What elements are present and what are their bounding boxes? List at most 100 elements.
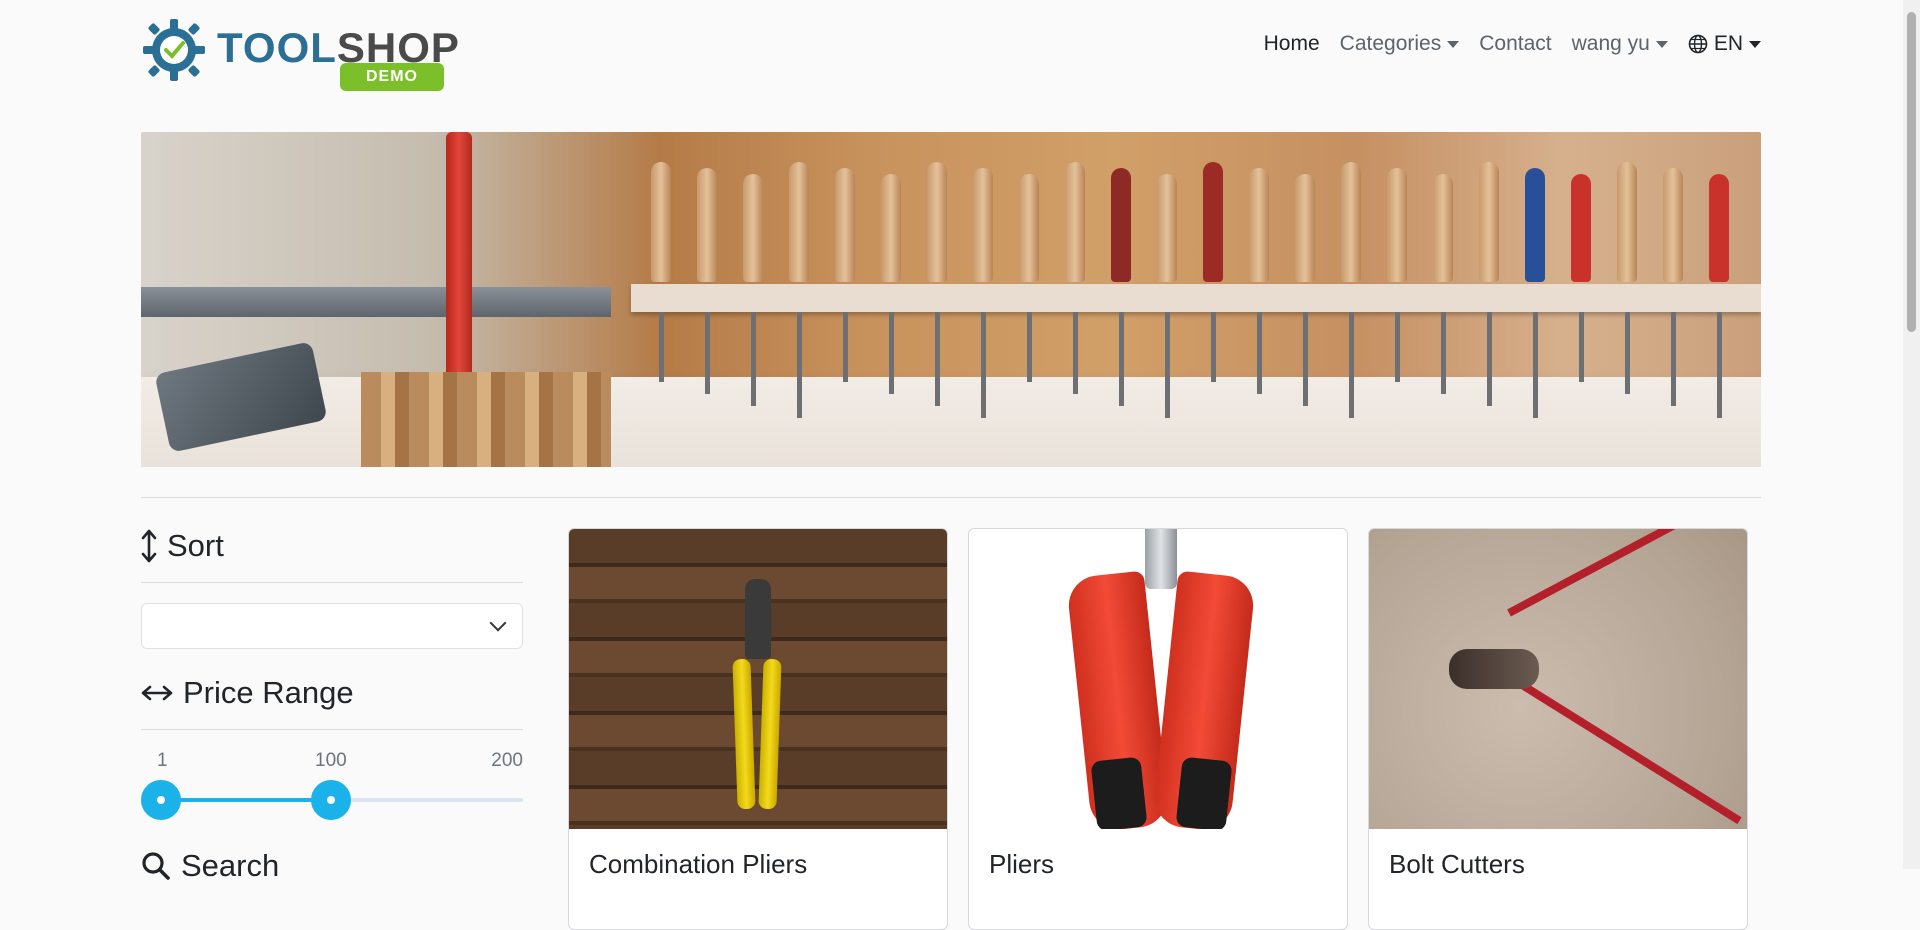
nav-home-label: Home <box>1263 32 1320 55</box>
section-divider <box>141 497 1761 498</box>
hero-chisel-blade <box>1073 312 1078 394</box>
product-name: Pliers <box>989 849 1055 879</box>
hero-chisel-blade <box>1487 312 1492 406</box>
product-grid: Combination Pliers Pliers Bolt Cutters <box>568 528 1748 930</box>
hero-chisel-handle <box>881 174 901 282</box>
brand-logo[interactable]: TOOLSHOP DEMO <box>141 15 461 91</box>
hero-chisel-handle <box>697 168 717 282</box>
hero-chisel-blade <box>1395 312 1400 382</box>
hero-mallet <box>141 287 611 317</box>
product-name: Combination Pliers <box>589 849 808 879</box>
sort-divider <box>141 582 523 583</box>
product-name: Bolt Cutters <box>1389 849 1525 879</box>
hero-chisel-blade <box>889 312 894 394</box>
hero-wood-blocks <box>361 372 611 467</box>
hero-chisel-handle <box>1571 174 1591 282</box>
hero-chisel-blade <box>1441 312 1446 394</box>
nav-language[interactable]: EN <box>1688 32 1761 56</box>
nav-contact-label: Contact <box>1479 32 1552 55</box>
hero-chisel-blade <box>751 312 756 406</box>
hero-tool-rack <box>631 284 1761 312</box>
globe-icon <box>1688 34 1708 54</box>
hero-chisel-handle <box>651 162 671 282</box>
caret-down-icon <box>1447 40 1460 48</box>
hero-chisel-handle <box>1295 174 1315 282</box>
nav-user-menu[interactable]: wang yu <box>1572 32 1668 56</box>
price-range-heading: Price Range <box>141 667 523 719</box>
hero-chisel-handle <box>1617 162 1637 282</box>
chevron-down-icon <box>489 614 507 632</box>
hero-chisel-blade <box>1579 312 1584 382</box>
hero-chisel-blade <box>843 312 848 382</box>
hero-chisel-handle <box>1111 168 1131 282</box>
hero-chisel-handle <box>1341 162 1361 282</box>
hero-chisel-handle <box>789 162 809 282</box>
price-range-divider <box>141 729 523 730</box>
caret-down-icon <box>1655 40 1668 48</box>
hero-chisel-handle <box>1709 174 1729 282</box>
page-scrollbar[interactable] <box>1903 0 1920 869</box>
nav-categories-label: Categories <box>1339 32 1442 55</box>
nav-language-label: EN <box>1713 32 1743 55</box>
price-range-labels: 1 100 200 <box>141 750 523 780</box>
sort-select[interactable] <box>141 603 523 649</box>
hero-chisel-blade <box>1533 312 1538 418</box>
nav-home[interactable]: Home <box>1264 32 1320 56</box>
magnifier-icon <box>142 852 170 880</box>
brand-badge: DEMO <box>340 63 444 91</box>
hero-chisel-handle <box>1663 168 1683 282</box>
hero-chisel-blade <box>935 312 940 406</box>
hero-chisel-blade <box>1717 312 1722 418</box>
scrollbar-thumb[interactable] <box>1907 12 1916 332</box>
product-card[interactable]: Bolt Cutters <box>1368 528 1748 930</box>
slider-min-thumb[interactable] <box>141 780 181 820</box>
nav-contact[interactable]: Contact <box>1479 32 1551 56</box>
hero-chisel-blade <box>1625 312 1630 394</box>
hero-chisel-blade <box>1027 312 1032 382</box>
hero-chisel-blade <box>1257 312 1262 394</box>
hero-chisel-blade <box>1211 312 1216 382</box>
hero-chisel-blade <box>797 312 802 418</box>
price-range-title: Price Range <box>183 675 354 710</box>
product-card[interactable]: Pliers <box>968 528 1348 930</box>
product-card[interactable]: Combination Pliers <box>568 528 948 930</box>
caret-down-icon <box>1749 40 1761 48</box>
product-image <box>969 529 1347 829</box>
page: TOOLSHOP DEMO Home Categories Contact wa… <box>0 0 1920 930</box>
nav-menu: Home Categories Contact wang yu EN <box>1264 32 1761 56</box>
hero-chisel-handle <box>835 168 855 282</box>
price-range-slider[interactable] <box>141 780 523 820</box>
nav-categories[interactable]: Categories <box>1340 32 1460 56</box>
product-image <box>1369 529 1747 829</box>
horizontal-arrows-icon <box>141 685 173 701</box>
hero-chisel-handle <box>1019 174 1039 282</box>
hero-chisel-blade <box>1165 312 1170 418</box>
hero-chisel-handle <box>1065 162 1085 282</box>
hero-chisel-handle <box>1157 174 1177 282</box>
hero-chisel-blade <box>1119 312 1124 406</box>
nav-user-label: wang yu <box>1571 32 1650 55</box>
hero-banner <box>141 132 1761 467</box>
hero-chisel-blade <box>1349 312 1354 418</box>
price-max-label: 200 <box>491 750 523 771</box>
sort-heading: Sort <box>141 520 523 572</box>
search-title: Search <box>181 848 280 883</box>
hero-chisel-handle <box>1525 168 1545 282</box>
slider-selected-range <box>161 798 332 802</box>
hero-chisel-handle <box>1203 162 1223 282</box>
navbar: TOOLSHOP DEMO Home Categories Contact wa… <box>141 0 1761 100</box>
hero-chisel-handle <box>1433 174 1453 282</box>
slider-max-thumb[interactable] <box>311 780 352 820</box>
filter-sidebar: Sort Price Range 1 100 200 Search <box>141 520 523 892</box>
price-current-label: 100 <box>315 750 347 771</box>
hero-chisel-blade <box>659 312 664 382</box>
hero-chisel-blade <box>981 312 986 418</box>
price-min-label: 1 <box>157 750 168 771</box>
search-heading: Search <box>141 840 523 892</box>
gear-icon <box>143 19 205 81</box>
product-image <box>569 529 947 829</box>
sort-title: Sort <box>167 528 224 563</box>
sort-arrows-icon <box>141 529 157 563</box>
hero-chisel-handle <box>1249 168 1269 282</box>
hero-chisel-blade <box>705 312 710 394</box>
